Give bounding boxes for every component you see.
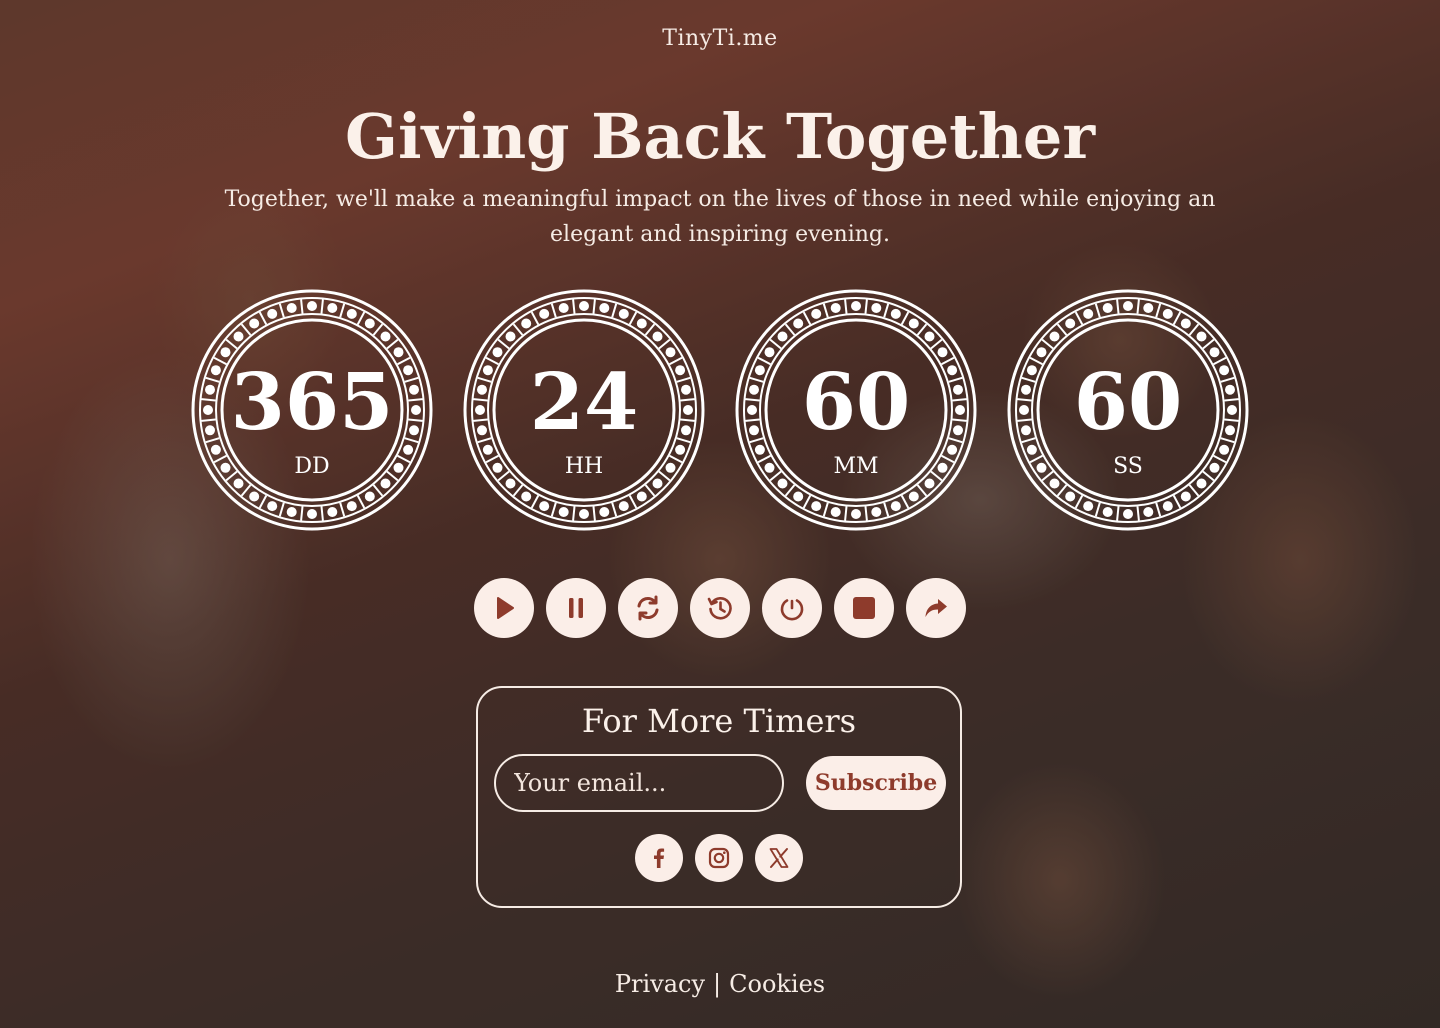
email-input[interactable]: [494, 754, 784, 812]
restart-button[interactable]: [618, 578, 678, 638]
facebook-icon: [654, 848, 665, 868]
subscribe-button[interactable]: Subscribe: [806, 756, 946, 810]
facebook-link[interactable]: [635, 834, 683, 882]
reset-icon: [780, 599, 804, 621]
social-links: [478, 834, 960, 882]
play-button[interactable]: [474, 578, 534, 638]
timer-controls: [474, 578, 966, 638]
instagram-link[interactable]: [695, 834, 743, 882]
countdown-hours: 24 HH: [462, 288, 706, 532]
countdown-days: 365 DD: [190, 288, 434, 532]
instagram-icon: [708, 847, 730, 869]
hours-value: 24: [529, 357, 639, 448]
stop-button[interactable]: [834, 578, 894, 638]
hours-label: HH: [564, 454, 604, 479]
history-button[interactable]: [690, 578, 750, 638]
stop-icon: [853, 597, 875, 619]
page-title: Giving Back Together: [345, 100, 1095, 173]
refresh-icon: [637, 595, 659, 621]
footer: Privacy | Cookies: [0, 970, 1440, 998]
page-subtitle: Together, we'll make a meaningful impact…: [224, 187, 1216, 247]
footer-separator: |: [713, 970, 722, 998]
brand-logo[interactable]: TinyTi.me: [0, 26, 1440, 51]
days-value: 365: [230, 357, 394, 448]
pause-icon: [569, 598, 583, 618]
pause-button[interactable]: [546, 578, 606, 638]
minutes-value: 60: [801, 357, 911, 448]
x-icon: [769, 848, 789, 868]
countdown-seconds: 60 SS: [1006, 288, 1250, 532]
privacy-link[interactable]: Privacy: [615, 970, 705, 998]
history-icon: [707, 597, 732, 620]
play-icon: [497, 597, 514, 619]
x-link[interactable]: [755, 834, 803, 882]
seconds-label: SS: [1113, 454, 1143, 479]
days-label: DD: [294, 454, 330, 479]
reset-button[interactable]: [762, 578, 822, 638]
cookies-link[interactable]: Cookies: [729, 970, 825, 998]
seconds-value: 60: [1073, 357, 1183, 448]
subscribe-title: For More Timers: [581, 702, 857, 740]
share-icon: [925, 599, 947, 617]
subscribe-panel: For More Timers Subscribe: [476, 686, 962, 908]
share-button[interactable]: [906, 578, 966, 638]
minutes-label: MM: [833, 454, 879, 479]
countdown-minutes: 60 MM: [734, 288, 978, 532]
